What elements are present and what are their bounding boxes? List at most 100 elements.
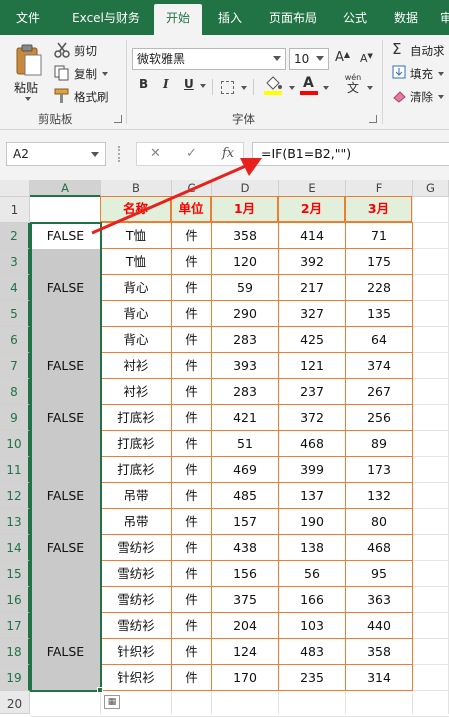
table-cell[interactable]: 469 — [211, 456, 279, 483]
table-cell[interactable]: 件 — [171, 300, 212, 327]
table-cell[interactable]: 468 — [345, 534, 413, 561]
table-cell[interactable]: 468 — [278, 430, 346, 457]
select-all-corner[interactable] — [0, 180, 30, 197]
table-cell[interactable]: 59 — [211, 274, 279, 301]
column-header-g[interactable]: G — [413, 180, 449, 197]
table-cell[interactable]: 256 — [345, 404, 413, 431]
table-cell[interactable]: 95 — [345, 560, 413, 587]
font-color-button[interactable]: A — [300, 75, 320, 97]
table-cell[interactable]: 121 — [278, 352, 346, 379]
table-cell[interactable]: 103 — [278, 612, 346, 639]
fill-button[interactable]: 填充 — [390, 65, 449, 83]
clear-button[interactable]: 清除 — [390, 88, 449, 106]
font-name-select[interactable]: 微软雅黑 — [132, 48, 286, 70]
increase-font-size-icon[interactable]: A▲ — [335, 50, 350, 65]
table-cell[interactable]: 363 — [345, 586, 413, 613]
table-cell[interactable]: 71 — [345, 222, 413, 249]
table-cell[interactable]: 件 — [171, 352, 212, 379]
table-cell[interactable]: 打底衫 — [100, 430, 172, 457]
row-header-16[interactable]: 16 — [0, 587, 30, 613]
table-cell[interactable]: 针织衫 — [100, 638, 172, 665]
row-header-8[interactable]: 8 — [0, 379, 30, 405]
borders-icon[interactable] — [221, 81, 234, 94]
table-cell[interactable]: 166 — [278, 586, 346, 613]
table-cell[interactable]: 衬衫 — [100, 378, 172, 405]
bold-button[interactable]: B — [139, 77, 148, 91]
table-cell[interactable]: 175 — [345, 248, 413, 275]
table-cell[interactable]: 件 — [171, 534, 212, 561]
table-cell[interactable]: 483 — [278, 638, 346, 665]
table-cell[interactable]: 393 — [211, 352, 279, 379]
row-header-15[interactable]: 15 — [0, 561, 30, 587]
table-cell[interactable]: 件 — [171, 430, 212, 457]
table-cell[interactable]: 件 — [171, 248, 212, 275]
table-cell[interactable]: 290 — [211, 300, 279, 327]
table-cell[interactable]: 件 — [171, 612, 212, 639]
table-cell[interactable]: 背心 — [100, 300, 172, 327]
table-cell[interactable]: 件 — [171, 326, 212, 353]
column-header-c[interactable]: C — [172, 180, 212, 197]
table-cell[interactable]: 314 — [345, 664, 413, 691]
table-cell[interactable]: 124 — [211, 638, 279, 665]
table-cell[interactable]: 89 — [345, 430, 413, 457]
table-cell[interactable]: 件 — [171, 508, 212, 535]
table-cell[interactable]: 358 — [211, 222, 279, 249]
table-cell[interactable]: 件 — [171, 586, 212, 613]
table-cell[interactable]: 190 — [278, 508, 346, 535]
table-cell[interactable]: 228 — [345, 274, 413, 301]
row-header-7[interactable]: 7 — [0, 353, 30, 379]
underline-button[interactable]: U — [184, 77, 194, 91]
table-cell[interactable]: 267 — [345, 378, 413, 405]
table-cell[interactable]: 425 — [278, 326, 346, 353]
table-cell[interactable]: 374 — [345, 352, 413, 379]
column-header-f[interactable]: F — [346, 180, 413, 197]
splitter-handle[interactable] — [118, 146, 120, 162]
table-cell[interactable]: 173 — [345, 456, 413, 483]
table-cell[interactable]: 打底衫 — [100, 456, 172, 483]
format-painter-button[interactable]: 格式刷 — [54, 88, 114, 106]
table-cell[interactable]: 135 — [345, 300, 413, 327]
table-cell[interactable]: 235 — [278, 664, 346, 691]
formula-input[interactable]: =IF(B1=B2,"") — [252, 142, 449, 166]
table-cell[interactable]: 吊带 — [100, 508, 172, 535]
table-cell[interactable]: 138 — [278, 534, 346, 561]
paste-button[interactable]: 粘贴 — [10, 41, 46, 101]
tab-excel-finance[interactable]: Excel与财务 — [62, 0, 150, 35]
table-cell[interactable]: 雪纺衫 — [100, 534, 172, 561]
column-header-b[interactable]: B — [101, 180, 172, 197]
name-box[interactable]: A2 — [6, 142, 106, 166]
row-header-2[interactable]: 2 — [0, 223, 30, 249]
table-cell[interactable]: 372 — [278, 404, 346, 431]
row-header-14[interactable]: 14 — [0, 535, 30, 561]
table-cell[interactable]: 283 — [211, 378, 279, 405]
table-cell[interactable]: T恤 — [100, 248, 172, 275]
table-cell[interactable]: 雪纺衫 — [100, 612, 172, 639]
table-cell[interactable]: 件 — [171, 378, 212, 405]
table-cell[interactable]: 件 — [171, 560, 212, 587]
tab-page-layout[interactable]: 页面布局 — [258, 0, 328, 35]
table-cell[interactable]: 137 — [278, 482, 346, 509]
table-cell[interactable]: 440 — [345, 612, 413, 639]
table-cell[interactable]: 吊带 — [100, 482, 172, 509]
table-cell[interactable]: 件 — [171, 274, 212, 301]
table-cell[interactable]: 283 — [211, 326, 279, 353]
tab-data[interactable]: 数据 — [382, 0, 430, 35]
row-header-12[interactable]: 12 — [0, 483, 30, 509]
table-cell[interactable]: 件 — [171, 482, 212, 509]
table-cell[interactable]: 64 — [345, 326, 413, 353]
table-cell[interactable]: 438 — [211, 534, 279, 561]
table-cell[interactable]: 217 — [278, 274, 346, 301]
font-launcher-icon[interactable] — [369, 115, 377, 123]
borders-dropdown-icon[interactable] — [241, 86, 247, 90]
table-cell[interactable]: T恤 — [100, 222, 172, 249]
clipboard-launcher-icon[interactable] — [114, 115, 122, 123]
row-header-3[interactable]: 3 — [0, 249, 30, 275]
table-cell[interactable]: 件 — [171, 456, 212, 483]
row-header-9[interactable]: 9 — [0, 405, 30, 431]
table-cell[interactable]: 120 — [211, 248, 279, 275]
table-cell[interactable]: 392 — [278, 248, 346, 275]
table-cell[interactable]: 雪纺衫 — [100, 560, 172, 587]
row-header-19[interactable]: 19 — [0, 665, 30, 691]
row-header-17[interactable]: 17 — [0, 613, 30, 639]
underline-dropdown-icon[interactable] — [200, 84, 206, 88]
